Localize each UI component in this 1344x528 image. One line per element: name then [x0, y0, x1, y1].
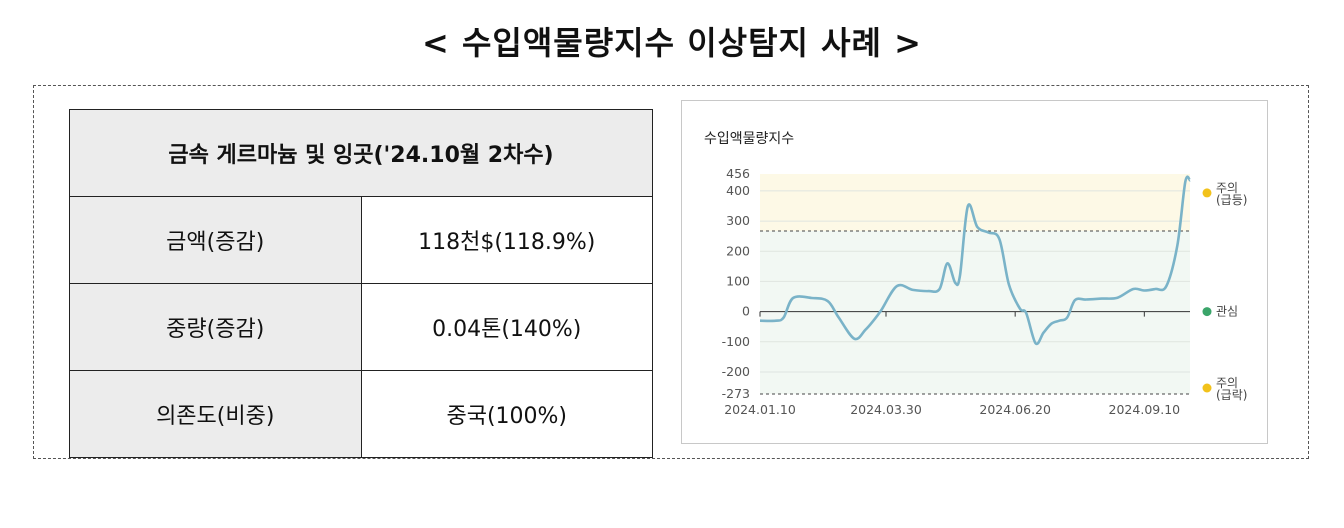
- band-marker-2: [1202, 383, 1212, 393]
- chart-title: 수입액물량지수: [704, 131, 794, 147]
- y-tick-label: 200: [726, 243, 750, 258]
- y-tick-label: 456: [726, 166, 750, 181]
- y-tick-label: 300: [726, 213, 750, 228]
- y-tick-label: -200: [722, 364, 750, 379]
- table-row: 금액(증감) 118천$(118.9%): [69, 196, 653, 284]
- band-marker-1: [1202, 307, 1212, 317]
- x-tick-label: 2024.01.10: [724, 402, 796, 417]
- x-tick-label: 2024.03.30: [850, 402, 922, 417]
- table-row: 의존도(비중) 중국(100%): [69, 370, 653, 458]
- row-value-dependency: 중국(100%): [360, 370, 653, 458]
- row-label-dependency: 의존도(비중): [69, 370, 362, 458]
- line-chart: 수입액물량지수4564003002001000-100-200-2732024.…: [704, 131, 1247, 417]
- row-value-weight: 0.04톤(140%): [360, 283, 653, 371]
- y-tick-label: 0: [742, 304, 750, 319]
- row-label-amount: 금액(증감): [69, 196, 362, 284]
- band-label-0: (급등): [1216, 193, 1247, 207]
- y-tick-label: -100: [722, 334, 750, 349]
- x-tick-label: 2024.09.10: [1109, 402, 1181, 417]
- row-value-amount: 118천$(118.9%): [360, 196, 653, 284]
- band-label-2: (급락): [1216, 388, 1247, 402]
- row-label-weight: 중량(증감): [69, 283, 362, 371]
- y-tick-label: 400: [726, 183, 750, 198]
- normal-zone: [760, 231, 1190, 394]
- chart-panel: 수입액물량지수 456 400 300 200 100 0 -100 -200 -273 2024.…: [681, 100, 1268, 444]
- y-tick-label: 100: [726, 273, 750, 288]
- band-label-1: 관심: [1216, 305, 1238, 319]
- band-marker-0: [1202, 188, 1212, 198]
- table-header: 금속 게르마늄 및 잉곳('24.10월 2차수): [69, 109, 653, 197]
- summary-table: 금속 게르마늄 및 잉곳('24.10월 2차수) 금액(증감) 118천$(1…: [69, 109, 653, 458]
- x-tick-label: 2024.06.20: [979, 402, 1051, 417]
- table-row: 중량(증감) 0.04톤(140%): [69, 283, 653, 371]
- page-title: < 수입액물량지수 이상탐지 사례 >: [422, 24, 922, 62]
- y-tick-label: -273: [722, 386, 750, 401]
- table-header-row: 금속 게르마늄 및 잉곳('24.10월 2차수): [69, 109, 653, 197]
